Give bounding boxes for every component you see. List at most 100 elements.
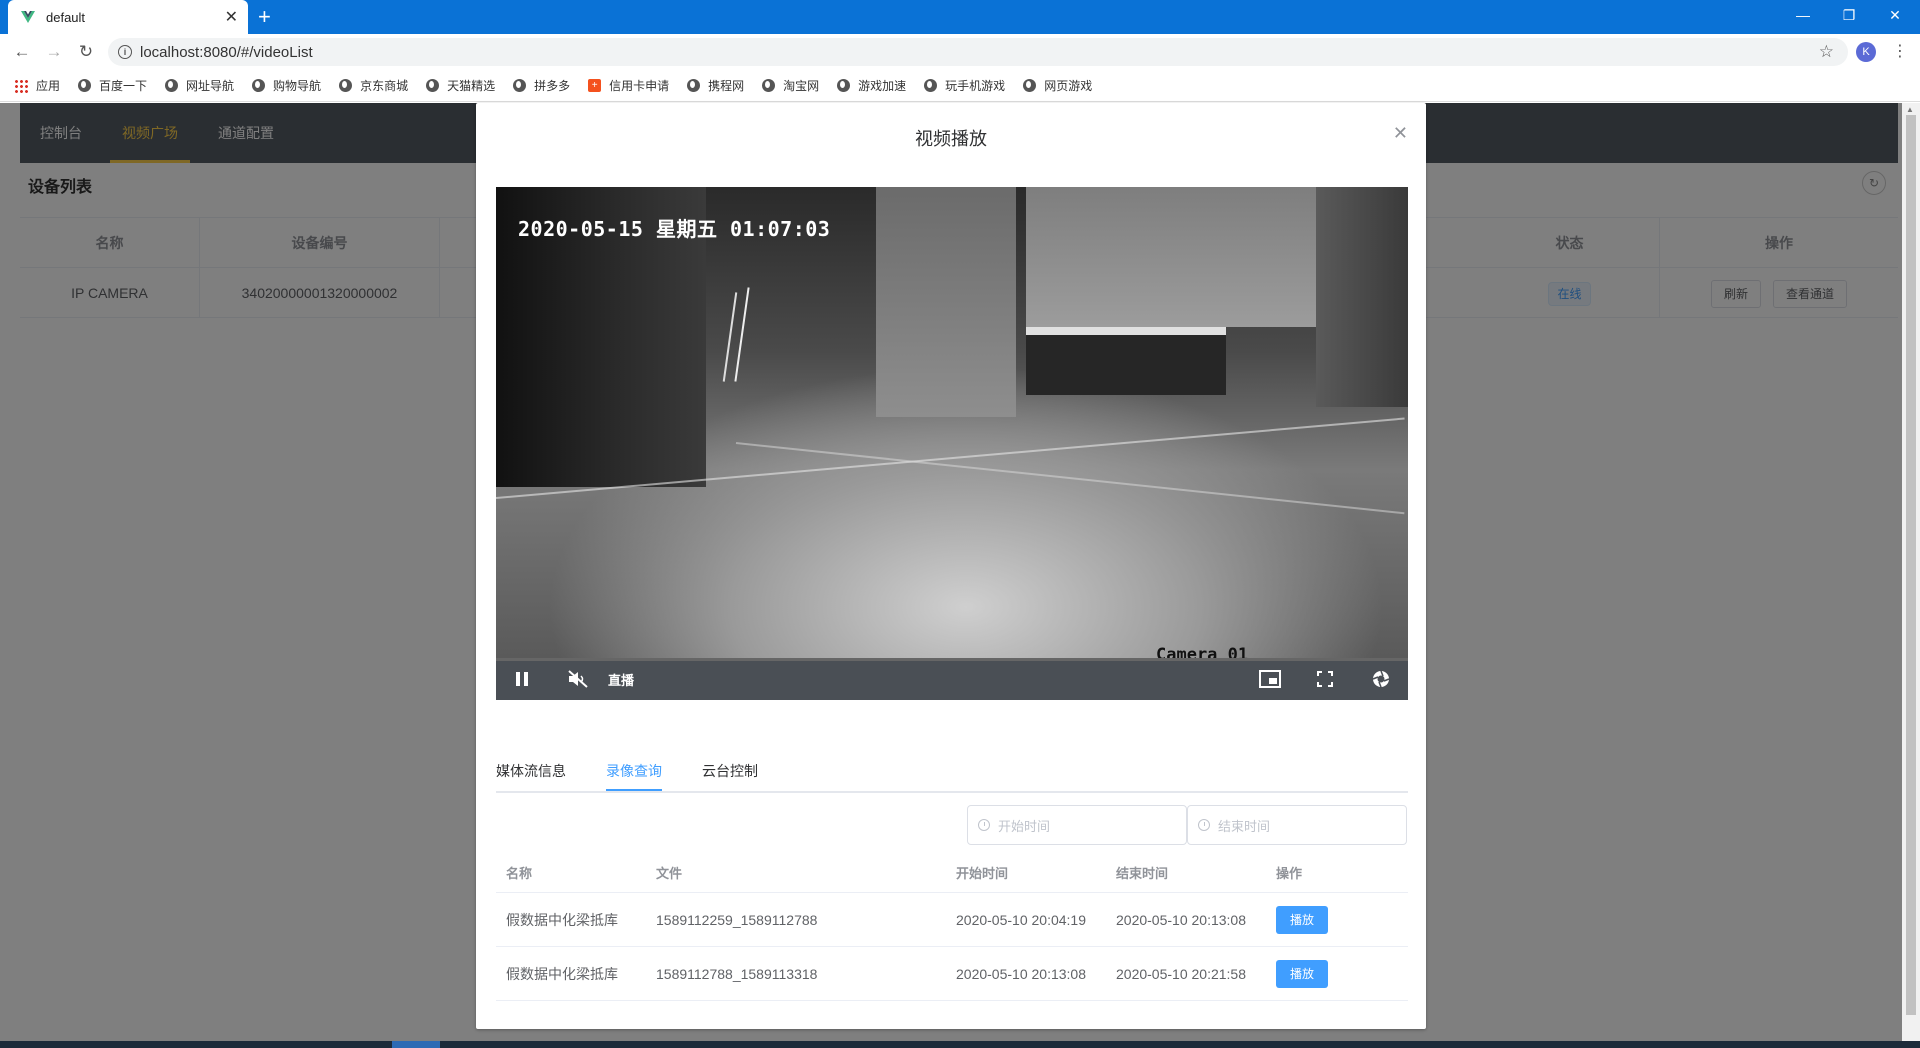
pause-icon[interactable] [512, 668, 532, 690]
bookmark-item[interactable]: 淘宝网 [762, 77, 819, 94]
close-tab-icon[interactable]: ✕ [225, 7, 238, 27]
vue-logo-icon [21, 11, 35, 23]
bookmark-item[interactable]: 购物导航 [252, 77, 321, 94]
col-action: 操作 [1276, 866, 1303, 881]
bookmark-item[interactable]: 网页游戏 [1023, 77, 1092, 94]
bookmark-item[interactable]: 网址导航 [165, 77, 234, 94]
globe-icon [1023, 79, 1037, 92]
page-scrollbar[interactable]: ▲ [1902, 103, 1920, 1041]
bookmark-item[interactable]: + 信用卡申请 [588, 77, 669, 94]
reload-icon[interactable]: ↻ [74, 40, 98, 64]
record-name: 假数据中化梁抵库 [506, 911, 618, 928]
record-table: 名称 文件 开始时间 结束时间 操作 假数据中化梁抵库 1589112259_1… [496, 853, 1408, 1001]
active-tab-indicator [606, 789, 662, 791]
os-taskbar [0, 1041, 1920, 1048]
progress-bar[interactable] [496, 658, 1408, 661]
fullscreen-icon[interactable] [1314, 668, 1336, 690]
forward-icon[interactable]: → [42, 40, 66, 64]
table-header: 名称 文件 开始时间 结束时间 操作 [496, 853, 1408, 893]
globe-icon [252, 79, 266, 92]
camera-label: Camera 01 [1156, 645, 1249, 658]
table-row: 假数据中化梁抵库 1589112788_1589113318 2020-05-1… [496, 947, 1408, 1001]
dialog-tabs: 媒体流信息 录像查询 云台控制 [496, 751, 1408, 793]
record-start: 2020-05-10 20:04:19 [956, 911, 1086, 928]
bookmark-item[interactable]: 应用 [14, 77, 60, 94]
back-icon[interactable]: ← [10, 40, 34, 64]
live-label: 直播 [608, 673, 635, 688]
picture-in-picture-icon[interactable] [1258, 668, 1282, 690]
video-player[interactable]: 2020-05-15 星期五 01:07:03 Camera 01 直播 [496, 187, 1408, 700]
bookmark-star-icon[interactable]: ☆ [1819, 42, 1834, 62]
close-icon[interactable]: ✕ [1393, 123, 1408, 144]
scene-desk-shadow [1026, 335, 1226, 395]
bookmark-item[interactable]: 游戏加速 [837, 77, 906, 94]
end-time-placeholder: 结束时间 [1218, 818, 1271, 834]
globe-icon [426, 79, 440, 92]
start-time-placeholder: 开始时间 [998, 818, 1051, 834]
col-start-time: 开始时间 [956, 866, 1009, 881]
globe-icon [513, 79, 527, 92]
tab-ptz-control[interactable]: 云台控制 [702, 761, 758, 781]
globe-icon [687, 79, 701, 92]
play-button[interactable]: 播放 [1276, 959, 1329, 988]
scroll-up-icon[interactable]: ▲ [1906, 105, 1914, 114]
browser-toolbar: ← → ↻ i localhost:8080/#/videoList ☆ K ⋮ [0, 34, 1920, 70]
globe-icon [924, 79, 938, 92]
new-tab-icon[interactable]: + [258, 5, 271, 29]
globe-icon [339, 79, 353, 92]
restore-icon[interactable]: ❐ [1826, 0, 1872, 30]
scene-desk [1026, 327, 1226, 335]
end-time-input[interactable]: 结束时间 [1187, 805, 1407, 845]
mute-icon[interactable] [566, 668, 590, 690]
taskbar-active-app[interactable] [392, 1041, 440, 1048]
minimize-icon[interactable]: — [1780, 0, 1826, 30]
start-time-input[interactable]: 开始时间 [967, 805, 1187, 845]
browser-tabstrip: default ✕ + — ❐ ✕ [0, 0, 1920, 34]
record-file: 1589112788_1589113318 [656, 965, 818, 982]
osd-timestamp: 2020-05-15 星期五 01:07:03 [518, 217, 831, 241]
globe-icon [837, 79, 851, 92]
record-end: 2020-05-10 20:13:08 [1116, 911, 1246, 928]
record-action-cell: 播放 [1276, 893, 1329, 946]
browser-tab[interactable]: default ✕ [8, 0, 248, 34]
scene-pillar [876, 187, 1016, 417]
bookmarks-bar: 应用 百度一下 网址导航 购物导航 京东商城 天猫精选 拼多多 + 信用卡申请 携… [0, 70, 1920, 102]
bookmark-item[interactable]: 天猫精选 [426, 77, 495, 94]
bookmark-item[interactable]: 携程网 [687, 77, 744, 94]
scene-partition [1026, 187, 1316, 327]
col-end-time: 结束时间 [1116, 866, 1169, 881]
tab-record-query[interactable]: 录像查询 [606, 761, 662, 781]
col-file: 文件 [656, 866, 683, 881]
record-start: 2020-05-10 20:13:08 [956, 965, 1086, 982]
tab-stream-info[interactable]: 媒体流信息 [496, 761, 566, 781]
col-name: 名称 [506, 866, 533, 881]
url-text: localhost:8080/#/videoList [140, 43, 313, 61]
more-menu-icon[interactable]: ⋮ [1892, 41, 1908, 61]
play-button[interactable]: 播放 [1276, 905, 1329, 934]
video-frame: 2020-05-15 星期五 01:07:03 Camera 01 [496, 187, 1408, 658]
record-end: 2020-05-10 20:21:58 [1116, 965, 1246, 982]
record-name: 假数据中化梁抵库 [506, 965, 618, 982]
apps-grid-icon [14, 78, 28, 93]
scene-rod [734, 287, 750, 382]
snapshot-icon[interactable] [1370, 668, 1392, 690]
bookmark-item[interactable]: 玩手机游戏 [924, 77, 1005, 94]
credit-card-icon: + [588, 79, 602, 92]
scene-rod [722, 292, 738, 382]
address-bar[interactable]: i localhost:8080/#/videoList ☆ [108, 38, 1848, 66]
globe-icon [165, 79, 179, 92]
scene-wall-right [1316, 187, 1408, 407]
profile-avatar[interactable]: K [1856, 42, 1876, 62]
clock-icon [1198, 819, 1210, 831]
tab-title: default [46, 9, 86, 25]
scrollbar-thumb[interactable] [1906, 115, 1916, 1015]
bookmark-item[interactable]: 百度一下 [78, 77, 147, 94]
table-row: 假数据中化梁抵库 1589112259_1589112788 2020-05-1… [496, 893, 1408, 947]
scene-floor-line [735, 442, 1405, 515]
globe-icon [78, 79, 92, 92]
bookmark-item[interactable]: 京东商城 [339, 77, 408, 94]
record-file: 1589112259_1589112788 [656, 911, 818, 928]
bookmark-item[interactable]: 拼多多 [513, 77, 570, 94]
close-window-icon[interactable]: ✕ [1872, 0, 1918, 30]
site-info-icon[interactable]: i [118, 45, 132, 59]
